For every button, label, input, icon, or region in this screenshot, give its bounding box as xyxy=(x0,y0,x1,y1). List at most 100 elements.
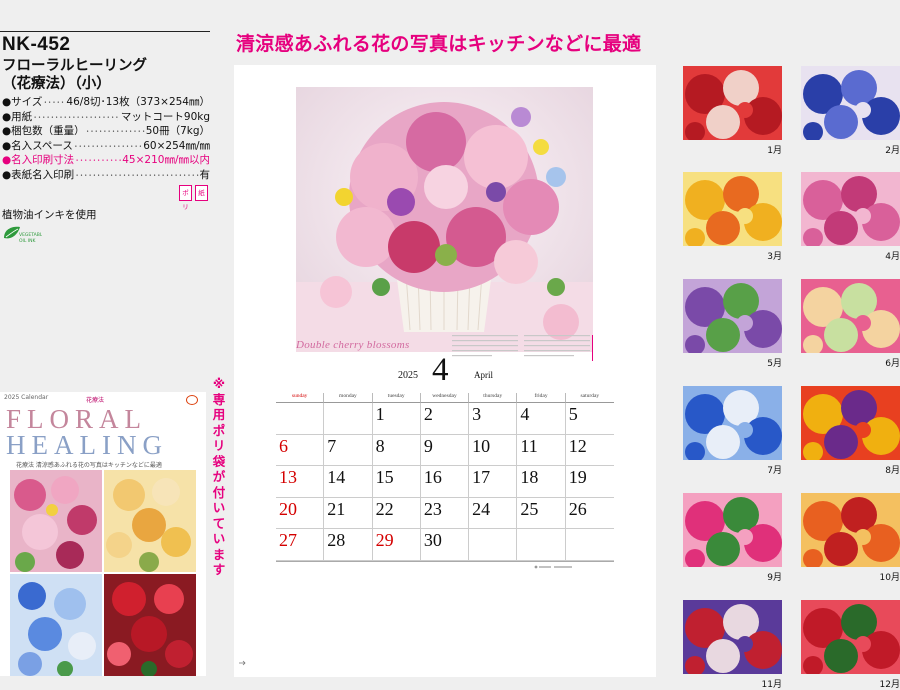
calendar-month-number: 4 xyxy=(432,352,449,388)
note-char: リ xyxy=(212,438,226,453)
cover-photo xyxy=(104,470,196,572)
month-thumbnail xyxy=(801,279,900,353)
dot-leader: ････････････････････････････････････････… xyxy=(85,127,145,137)
weekday-label: thursday xyxy=(469,393,518,403)
empty-cell xyxy=(276,403,325,435)
note-char: す xyxy=(212,562,226,577)
spec-value: 46/8切･13枚（373×254㎜） xyxy=(66,96,210,108)
date-cell: 4 xyxy=(517,403,566,435)
ink-note: 植物油インキを使用 xyxy=(2,209,97,221)
weekday-label: friday xyxy=(517,393,566,403)
cover-photo xyxy=(10,470,102,572)
page-mark xyxy=(238,660,246,668)
weekday-label: saturday xyxy=(565,393,614,403)
month-label: 5月 xyxy=(767,359,782,369)
empty-cell xyxy=(469,529,518,561)
calendar-page: Double cherry blossoms 2025 4 April sund… xyxy=(234,65,656,677)
calendar-grid: sunday monday tuesday wednesday thursday frid… xyxy=(276,393,614,562)
spec-row: ●名入スペース･････････････････････････････････… xyxy=(2,139,210,154)
note-char: 専 xyxy=(212,391,226,407)
date-cell: 17 xyxy=(469,466,518,498)
weekday-header: sunday monday tuesday wednesday thursday frid… xyxy=(276,393,614,403)
product-name: フローラルヒーリング xyxy=(2,58,147,74)
date-cell: 21 xyxy=(324,497,373,530)
date-cell: 1 xyxy=(372,403,421,435)
cover-meta: 花療法 清涼感あふれる花の写真はキッチンなどに最適 xyxy=(16,462,162,469)
spec-row: ●サイズ････････････････････････････････････… xyxy=(2,95,210,110)
date-cell: 25 xyxy=(517,497,566,530)
note-char: ま xyxy=(212,546,226,562)
spec-label: ●表紙名入印刷 xyxy=(2,168,75,181)
date-cell: 5 xyxy=(565,403,614,435)
weekday-label: monday xyxy=(324,393,373,403)
photo-caption-placeholder xyxy=(452,333,592,367)
date-cell: 22 xyxy=(372,497,421,530)
month-thumbnail xyxy=(683,279,782,353)
note-char: い xyxy=(212,531,226,546)
month-thumbnail xyxy=(801,66,900,140)
cover-photo-grid xyxy=(10,470,196,676)
date-cell: 10 xyxy=(469,434,518,467)
cover-title-line2: HEALING xyxy=(6,430,168,460)
date-cell: 2 xyxy=(420,403,470,435)
date-cell: 8 xyxy=(372,434,421,467)
empty-cell xyxy=(324,403,373,435)
cover-photo xyxy=(104,574,196,676)
date-cell: 14 xyxy=(324,466,373,498)
note-char: い xyxy=(212,500,226,515)
spec-value: 45×210㎜/㎜以内 xyxy=(122,154,210,167)
date-cell: 3 xyxy=(469,403,518,435)
month-label: 4月 xyxy=(885,252,900,262)
accent-line xyxy=(592,335,593,361)
month-thumbnail xyxy=(801,493,900,567)
spec-row: ●用紙･････････････････････････････････････… xyxy=(2,110,210,125)
dot-leader: ････････････････････････････････････････… xyxy=(73,141,142,151)
month-label: 11月 xyxy=(761,680,782,690)
cover-photo xyxy=(10,574,102,676)
photo-title: Double cherry blossoms xyxy=(296,339,410,351)
divider xyxy=(0,31,210,32)
flower-photo xyxy=(296,87,593,352)
calendar-year: 2025 xyxy=(398,370,418,381)
spec-label: ●サイズ xyxy=(2,96,43,108)
month-thumbnail xyxy=(683,172,782,246)
spec-value: 有 xyxy=(199,168,211,181)
vegetable-oil-ink-logo: VEGETABLE OIL INK xyxy=(2,224,45,252)
note-char: て xyxy=(212,515,226,531)
date-cell: 19 xyxy=(565,466,614,498)
month-thumbnail xyxy=(683,600,782,674)
empty-cell xyxy=(565,529,614,561)
note-char: が xyxy=(212,469,226,484)
paper-icon: 紙 xyxy=(195,185,208,201)
weekday-label: sunday xyxy=(276,393,325,403)
spec-value: マットコート90kg xyxy=(120,110,210,123)
date-cell: 15 xyxy=(372,466,421,498)
note-char: ポ xyxy=(212,422,226,438)
note-char: 付 xyxy=(212,484,226,500)
spec-label: ●名入印刷寸法 xyxy=(2,154,75,167)
month-label: 1月 xyxy=(767,146,782,156)
month-thumbnail xyxy=(683,493,782,567)
month-label: 8月 xyxy=(885,466,900,476)
weekday-label: tuesday xyxy=(372,393,421,403)
calendar-month-name: April xyxy=(474,370,493,380)
date-cell: 23 xyxy=(420,497,470,530)
date-cell: 7 xyxy=(324,434,373,467)
date-cell: 29 xyxy=(372,529,421,561)
date-cell: 13 xyxy=(276,466,325,498)
spec-label: ●名入スペース xyxy=(2,139,73,152)
spec-label: ●用紙 xyxy=(2,110,33,123)
month-thumbnail xyxy=(801,386,900,460)
month-thumbnail xyxy=(801,600,900,674)
spec-row: ●梱包数（重量）････････････････････････････････… xyxy=(2,124,210,139)
spec-row: ●名入印刷寸法･････････････････････････････････… xyxy=(2,153,210,168)
dot-leader: ････････････････････････････････････････… xyxy=(43,98,65,107)
poly-bag-note: ※ 専用ポリ袋が付いています xyxy=(211,376,227,578)
month-label: 12月 xyxy=(879,680,900,690)
date-cell: 16 xyxy=(420,466,470,498)
date-cell: 9 xyxy=(420,434,470,467)
headline: 清涼感あふれる花の写真はキッチンなどに最適 xyxy=(236,33,642,55)
date-cell: 28 xyxy=(324,529,373,561)
note-char: 袋 xyxy=(212,453,226,469)
cover-subtitle: 花療法 xyxy=(86,397,105,404)
